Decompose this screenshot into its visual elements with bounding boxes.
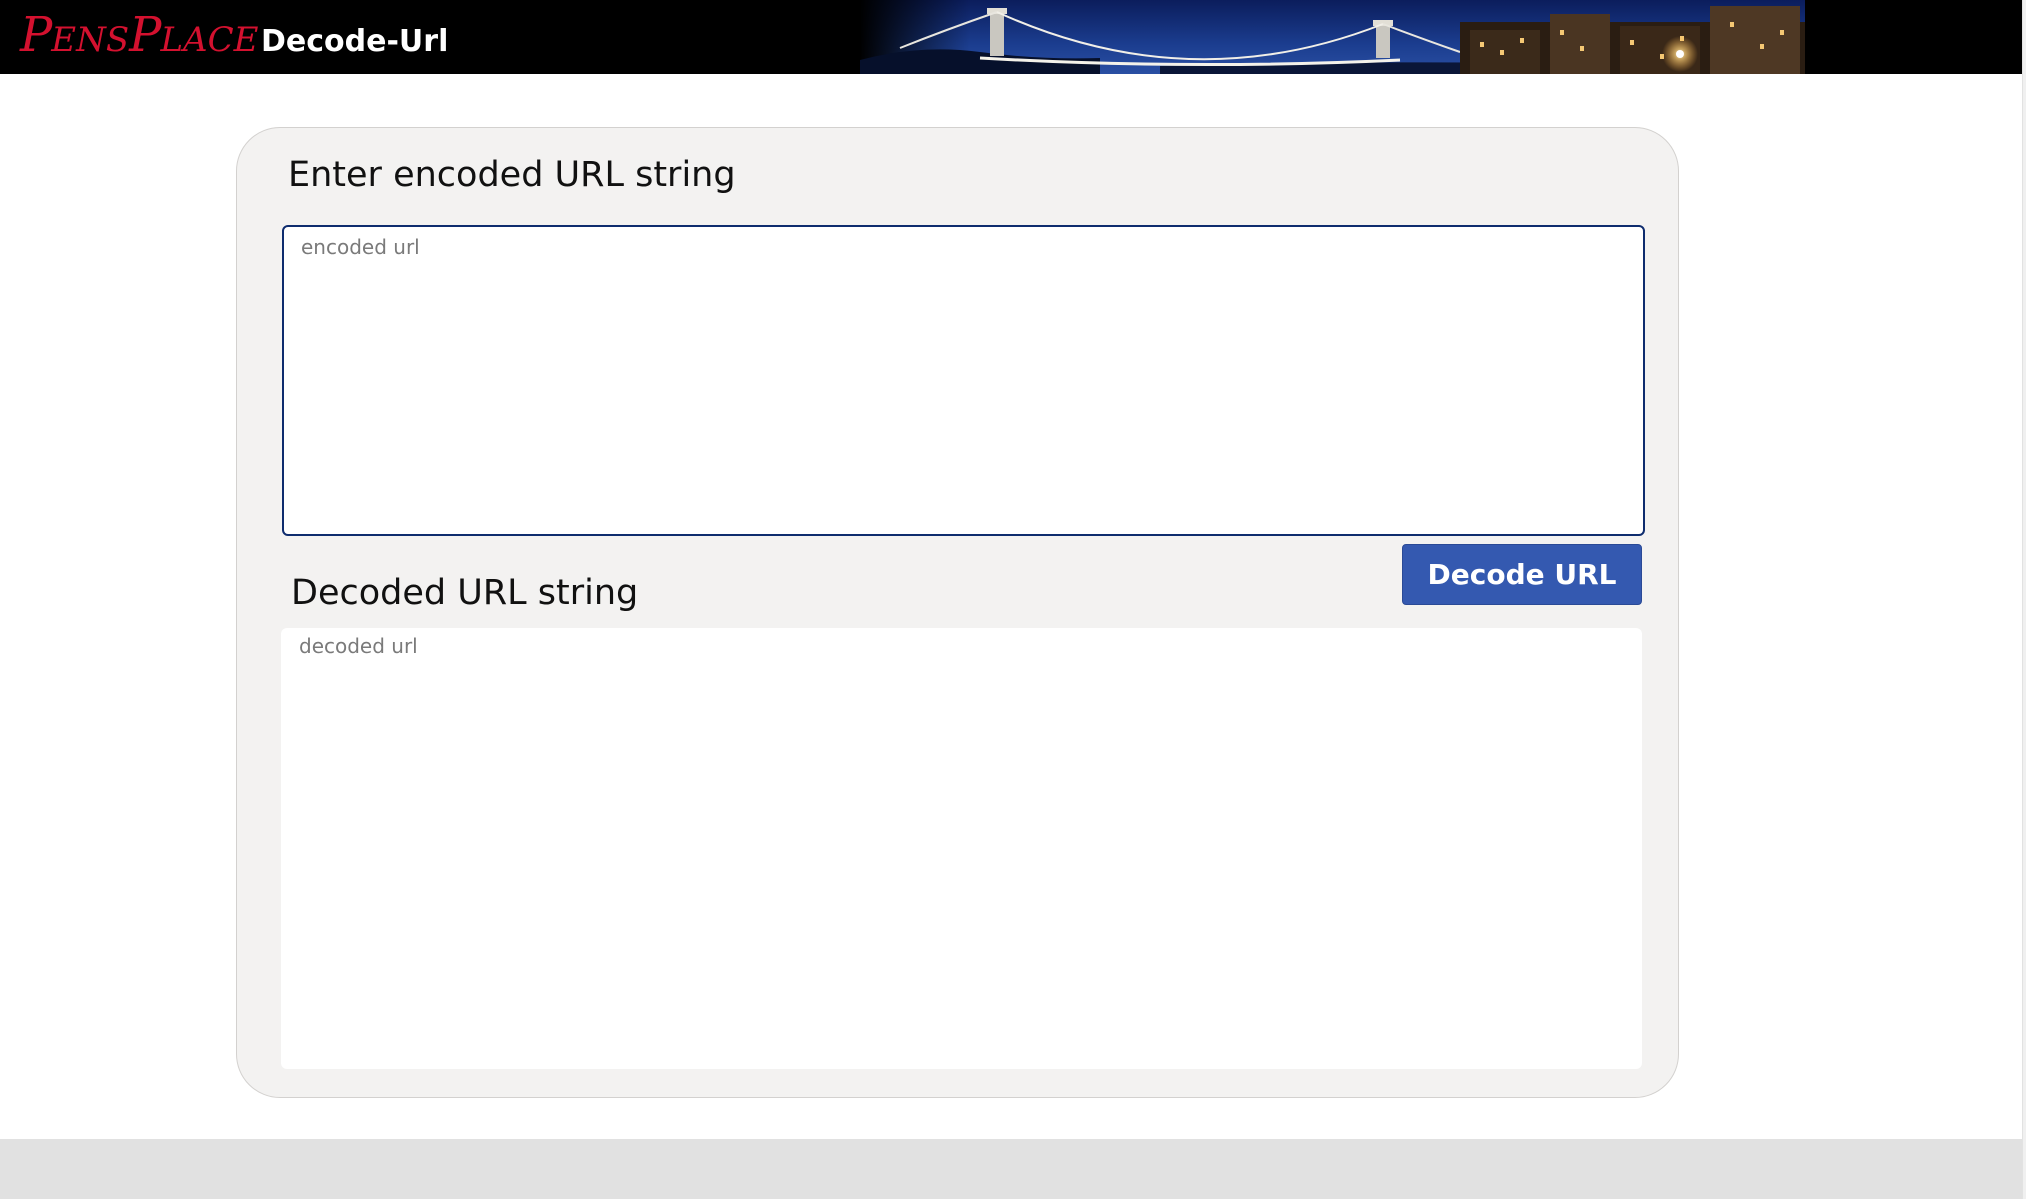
site-header: PENSPLACE Decode-Url	[0, 0, 2022, 74]
encoded-url-input[interactable]	[282, 225, 1645, 536]
encoded-url-heading: Enter encoded URL string	[288, 155, 736, 195]
decoded-url-output[interactable]	[281, 628, 1642, 1069]
bridge-banner-illustration	[860, 0, 1820, 74]
page-scrollbar-gutter	[2022, 0, 2026, 1199]
logo-text-lace: LACE	[160, 20, 259, 60]
decoded-url-heading: Decoded URL string	[291, 573, 639, 613]
logo-letter-p1: P	[20, 7, 52, 63]
header-banner-image	[860, 0, 1820, 74]
page-footer	[0, 1139, 2026, 1199]
site-logo[interactable]: PENSPLACE	[20, 9, 258, 66]
logo-letter-p2: P	[129, 7, 161, 63]
page: PENSPLACE Decode-Url Enter encoded URL s…	[0, 0, 2026, 1199]
logo-text-ens: ENS	[51, 20, 130, 60]
page-title: Decode-Url	[261, 24, 449, 59]
decode-url-button[interactable]: Decode URL	[1402, 544, 1642, 605]
